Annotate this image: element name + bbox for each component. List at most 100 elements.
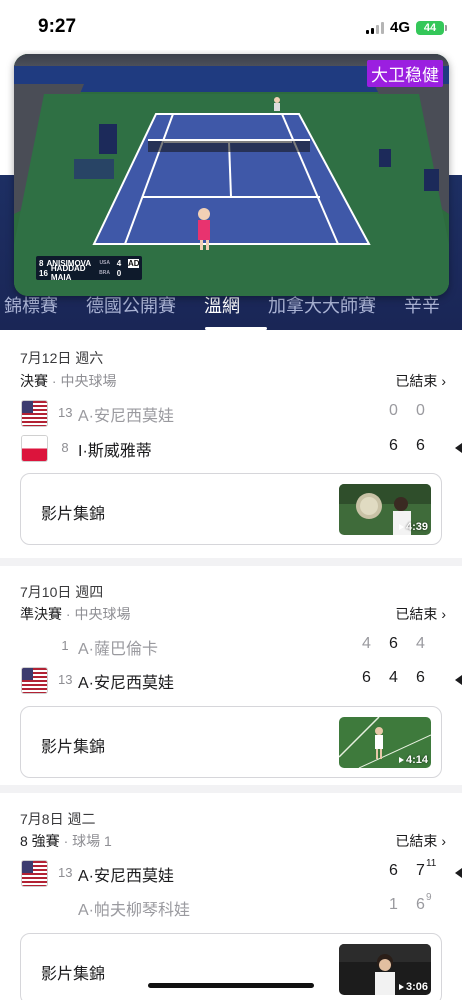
match-status[interactable]: 已結束 › xyxy=(395,371,446,391)
home-indicator[interactable] xyxy=(148,983,314,988)
match-round: 準決賽 · 中央球場 xyxy=(20,604,130,624)
scoreboard-seed: 16 xyxy=(39,268,48,278)
scoreboard-name: HADDAD MAIA xyxy=(50,264,86,282)
set-games: 6 xyxy=(389,862,398,879)
player-row: 13 A·安尼西莫娃 6 7 11 xyxy=(0,858,462,889)
play-icon xyxy=(398,984,404,990)
player-seed: 13 xyxy=(58,405,73,420)
video-thumbnail[interactable]: 3:06 xyxy=(339,944,431,995)
battery-icon: 44 xyxy=(416,20,447,35)
match-card[interactable]: 7月10日 週四 準決賽 · 中央球場 已結束 › 1 A·薩巴倫卡 4 6 4 … xyxy=(0,558,462,785)
set-score: 6 xyxy=(389,437,398,454)
set-scores: 6 4 6 xyxy=(353,669,434,687)
battery-level: 44 xyxy=(423,21,437,34)
scoreboard-games: 4 xyxy=(116,258,122,268)
player-row: 13 A·安尼西莫娃 6 4 6 xyxy=(0,666,462,696)
court-separator: · xyxy=(59,833,73,849)
set-score: 0 xyxy=(416,402,425,419)
status-indicators: 4G 44 xyxy=(365,19,447,36)
match-date: 7月12日 週六 xyxy=(20,350,104,366)
tiebreak-score: 11 xyxy=(425,858,437,869)
player-row: 1 A·薩巴倫卡 4 6 4 xyxy=(0,632,462,662)
set-score: 1 xyxy=(380,896,407,914)
set-scores: 6 7 11 xyxy=(380,858,436,880)
match-round: 8 強賽 · 球場 1 xyxy=(20,831,112,851)
video-duration: 4:39 xyxy=(398,521,428,533)
player-name: I·斯威雅蒂 xyxy=(78,443,152,460)
duration-text: 4:14 xyxy=(405,754,428,766)
match-card[interactable]: 7月8日 週二 8 強賽 · 球場 1 已結束 › 13 A·安尼西莫娃 6 71… xyxy=(0,785,462,1000)
player-row: 13 A·安尼西莫娃 0 0 xyxy=(0,399,462,429)
set-scores: 4 6 4 xyxy=(353,635,434,653)
channel-watermark: 大卫稳健 xyxy=(367,60,443,87)
court-separator: · xyxy=(48,373,61,389)
set-score: 6 xyxy=(416,437,425,454)
tiebreak-score: 9 xyxy=(425,892,432,903)
player-name: A·薩巴倫卡 xyxy=(78,641,159,658)
player-row: A·帕夫柳琴科娃 1 69 xyxy=(0,892,462,923)
court-name: 球場 1 xyxy=(72,833,112,849)
duration-text: 4:39 xyxy=(405,521,428,533)
round-name: 準決賽 xyxy=(20,606,62,622)
player-seed: 1 xyxy=(61,638,69,653)
status-label: 已結束 xyxy=(395,606,438,622)
set-score: 7 11 xyxy=(407,858,436,880)
highlights-video-card[interactable]: 影片集錦 3:06 xyxy=(20,933,442,1000)
winner-marker-icon xyxy=(455,443,462,453)
status-bar: 9:27 4G 44 xyxy=(0,0,462,50)
round-name: 決賽 xyxy=(20,373,48,389)
highlights-label: 影片集錦 xyxy=(41,739,106,756)
set-score: 4 xyxy=(389,669,398,686)
round-name: 8 強賽 xyxy=(20,833,60,849)
set-score: 4 xyxy=(416,635,425,652)
usa-flag-icon xyxy=(22,861,47,886)
set-score: 4 xyxy=(362,635,371,652)
match-status[interactable]: 已結束 › xyxy=(395,604,446,624)
player-name: A·安尼西莫娃 xyxy=(78,675,175,692)
video-duration: 3:06 xyxy=(398,981,428,993)
player-name: A·安尼西莫娃 xyxy=(78,868,175,885)
scoreboard-country: BRA xyxy=(99,270,110,276)
player-seed: 8 xyxy=(61,440,69,455)
poland-flag-icon xyxy=(22,436,47,461)
scoreboard-games: 0 xyxy=(116,268,122,278)
status-label: 已結束 xyxy=(395,833,438,849)
set-score: 6 xyxy=(380,862,407,880)
set-scores: 6 6 xyxy=(380,437,434,455)
chevron-right-icon: › xyxy=(441,606,446,622)
scoreboard-row: 16 HADDAD MAIA BRA 0 xyxy=(39,264,139,282)
set-score: 69 xyxy=(407,892,434,914)
scoreboard-seed: 8 xyxy=(39,258,44,268)
set-score: 6 xyxy=(389,635,398,652)
scoreboard-points: AD xyxy=(128,258,140,268)
player-row: 8 I·斯威雅蒂 6 6 xyxy=(0,434,462,464)
video-scoreboard: 8 ANISIMOVA USA 4 AD 16 HADDAD MAIA BRA … xyxy=(36,256,142,282)
play-icon xyxy=(398,524,404,530)
set-scores: 0 0 xyxy=(380,402,434,420)
match-round: 決賽 · 中央球場 xyxy=(20,371,116,391)
player-seed: 13 xyxy=(58,865,73,880)
set-scores: 1 69 xyxy=(380,892,434,914)
court-separator: · xyxy=(62,606,75,622)
scoreboard-country: USA xyxy=(99,260,110,266)
network-type: 4G xyxy=(389,19,410,36)
court-name: 中央球場 xyxy=(60,373,117,389)
pip-video-player[interactable]: 大卫稳健 8 ANISIMOVA USA 4 AD 16 HADDAD MAIA… xyxy=(14,54,449,296)
set-games: 1 xyxy=(389,896,398,913)
match-card[interactable]: 7月12日 週六 決賽 · 中央球場 已結束 › 13 A·安尼西莫娃 0 0 8… xyxy=(0,330,462,558)
chevron-right-icon: › xyxy=(441,373,446,389)
court-name: 中央球場 xyxy=(74,606,131,622)
status-label: 已結束 xyxy=(395,373,438,389)
highlights-video-card[interactable]: 影片集錦 4:14 xyxy=(20,706,442,778)
duration-text: 3:06 xyxy=(405,981,428,993)
match-date: 7月10日 週四 xyxy=(20,584,104,600)
highlights-video-card[interactable]: 影片集錦 4:39 xyxy=(20,473,442,545)
highlights-label: 影片集錦 xyxy=(41,506,106,523)
set-games: 7 xyxy=(416,862,425,879)
video-thumbnail[interactable]: 4:39 xyxy=(339,484,431,535)
video-thumbnail[interactable]: 4:14 xyxy=(339,717,431,768)
play-icon xyxy=(398,757,404,763)
player-name: A·帕夫柳琴科娃 xyxy=(78,902,191,919)
match-status[interactable]: 已結束 › xyxy=(395,831,446,851)
video-duration: 4:14 xyxy=(398,754,428,766)
